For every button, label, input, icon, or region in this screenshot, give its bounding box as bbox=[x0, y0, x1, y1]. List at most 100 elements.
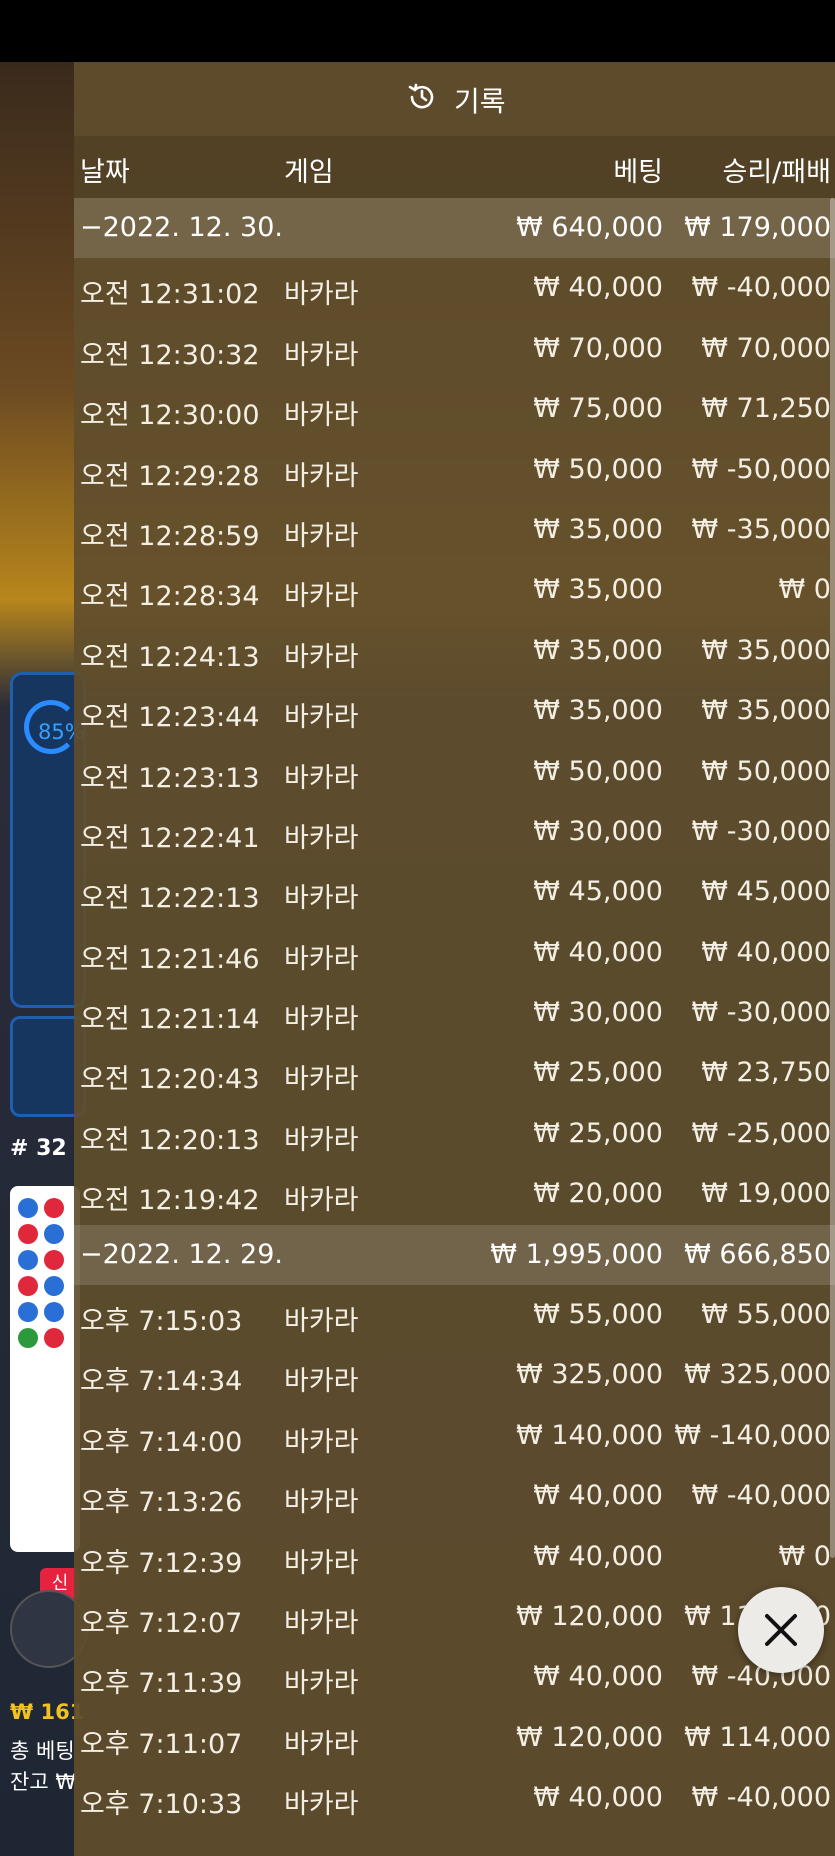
row-result: ₩ 19,000 bbox=[701, 1178, 831, 1210]
row-bet: ₩ 30,000 bbox=[533, 815, 663, 847]
history-row[interactable]: 오전 12:21:46 바카라 ₩ 40,000 ₩ 40,000 bbox=[74, 923, 835, 983]
history-row[interactable]: 오전 12:22:41 바카라 ₩ 30,000 ₩ -30,000 bbox=[74, 802, 835, 862]
history-row[interactable]: 오전 12:21:14 바카라 ₩ 30,000 ₩ -30,000 bbox=[74, 983, 835, 1043]
group-result-total: ₩ 179,000 bbox=[684, 212, 831, 243]
row-result: ₩ 45,000 bbox=[701, 876, 831, 908]
row-game: 바카라 bbox=[284, 1185, 359, 1217]
row-game: 바카라 bbox=[284, 1607, 359, 1639]
history-row[interactable]: 오후 7:12:39 바카라 ₩ 40,000 ₩ 0 bbox=[74, 1527, 835, 1587]
history-row[interactable]: 오전 12:30:32 바카라 ₩ 70,000 ₩ 70,000 bbox=[74, 319, 835, 379]
close-icon bbox=[765, 1614, 797, 1646]
history-row[interactable]: 오전 12:29:28 바카라 ₩ 50,000 ₩ -50,000 bbox=[74, 440, 835, 500]
bead-banker bbox=[18, 1224, 38, 1244]
row-bet: ₩ 25,000 bbox=[533, 1057, 663, 1089]
column-headers: 날짜 게임 베팅 승리/패배 bbox=[74, 136, 835, 198]
scrollbar[interactable] bbox=[830, 198, 835, 1558]
round-number: # 32 bbox=[10, 1136, 67, 1161]
row-game: 바카라 bbox=[284, 1728, 359, 1760]
history-row[interactable]: 오전 12:22:13 바카라 ₩ 45,000 ₩ 45,000 bbox=[74, 862, 835, 922]
row-game: 바카라 bbox=[284, 520, 359, 552]
history-row[interactable]: 오전 12:19:42 바카라 ₩ 20,000 ₩ 19,000 bbox=[74, 1164, 835, 1224]
bead-player bbox=[18, 1198, 38, 1218]
history-row[interactable]: 오전 12:24:13 바카라 ₩ 35,000 ₩ 35,000 bbox=[74, 621, 835, 681]
row-result: ₩ 325,000 bbox=[684, 1359, 831, 1391]
row-bet: ₩ 35,000 bbox=[533, 513, 663, 545]
row-time: 오후 7:12:39 bbox=[80, 1547, 243, 1579]
row-game: 바카라 bbox=[284, 1064, 359, 1096]
row-bet: ₩ 140,000 bbox=[516, 1419, 663, 1451]
history-row[interactable]: 오후 7:10:33 바카라 ₩ 40,000 ₩ -40,000 bbox=[74, 1768, 835, 1828]
row-bet: ₩ 325,000 bbox=[516, 1359, 663, 1391]
row-time: 오전 12:28:34 bbox=[80, 581, 260, 613]
row-time: 오전 12:19:42 bbox=[80, 1185, 260, 1217]
row-game: 바카라 bbox=[284, 1124, 359, 1156]
row-game: 바카라 bbox=[284, 460, 359, 492]
history-title: 기록 bbox=[454, 85, 506, 118]
row-bet: ₩ 40,000 bbox=[533, 1540, 663, 1572]
row-bet: ₩ 55,000 bbox=[533, 1299, 663, 1331]
history-row[interactable]: 오전 12:23:13 바카라 ₩ 50,000 ₩ 50,000 bbox=[74, 742, 835, 802]
bead-banker bbox=[44, 1250, 64, 1270]
row-result: ₩ 35,000 bbox=[701, 634, 831, 666]
history-row[interactable]: 오전 12:20:43 바카라 ₩ 25,000 ₩ 23,750 bbox=[74, 1043, 835, 1103]
history-row[interactable]: 오전 12:31:02 바카라 ₩ 40,000 ₩ -40,000 bbox=[74, 258, 835, 318]
history-row[interactable]: 오후 7:14:00 바카라 ₩ 140,000 ₩ -140,000 bbox=[74, 1406, 835, 1466]
row-time: 오전 12:21:14 bbox=[80, 1004, 260, 1036]
row-bet: ₩ 40,000 bbox=[533, 1480, 663, 1512]
column-bet: 베팅 bbox=[613, 157, 663, 188]
bead-banker bbox=[44, 1328, 64, 1348]
group-bet-total: ₩ 640,000 bbox=[516, 212, 663, 243]
history-row[interactable]: 오후 7:13:26 바카라 ₩ 40,000 ₩ -40,000 bbox=[74, 1466, 835, 1526]
row-bet: ₩ 40,000 bbox=[533, 1661, 663, 1693]
bead-tie bbox=[18, 1328, 38, 1348]
date-group-row[interactable]: −2022. 12. 30. ₩ 640,000 ₩ 179,000 bbox=[74, 198, 835, 259]
history-row[interactable]: 오전 12:20:13 바카라 ₩ 25,000 ₩ -25,000 bbox=[74, 1104, 835, 1164]
row-game: 바카라 bbox=[284, 1306, 359, 1338]
group-date: −2022. 12. 30. bbox=[80, 212, 283, 243]
row-bet: ₩ 20,000 bbox=[533, 1178, 663, 1210]
balance-label: 잔고 ₩ bbox=[10, 1770, 77, 1794]
bead-player bbox=[44, 1276, 64, 1296]
row-bet: ₩ 120,000 bbox=[516, 1600, 663, 1632]
row-time: 오후 7:11:07 bbox=[80, 1728, 243, 1760]
history-row[interactable]: 오전 12:28:34 바카라 ₩ 35,000 ₩ 0 bbox=[74, 560, 835, 620]
row-game: 바카라 bbox=[284, 1366, 359, 1398]
row-result: ₩ -30,000 bbox=[691, 815, 832, 847]
row-result: ₩ 0 bbox=[778, 574, 831, 606]
history-row[interactable]: 오전 12:30:00 바카라 ₩ 75,000 ₩ 71,250 bbox=[74, 379, 835, 439]
row-result: ₩ -50,000 bbox=[691, 453, 832, 485]
bead-road bbox=[10, 1186, 80, 1552]
history-row[interactable]: 오후 7:12:07바카라₩ 120,000₩ 114,000 bbox=[74, 1587, 835, 1647]
row-result: ₩ 35,000 bbox=[701, 695, 831, 727]
bead-player bbox=[18, 1302, 38, 1322]
row-result: ₩ 70,000 bbox=[701, 332, 831, 364]
history-list[interactable]: −2022. 12. 30. ₩ 640,000 ₩ 179,000 오전 12:31… bbox=[74, 198, 835, 1829]
row-result: ₩ 114,000 bbox=[684, 1721, 831, 1753]
history-row[interactable]: 오후 7:14:34 바카라 ₩ 325,000 ₩ 325,000 bbox=[74, 1345, 835, 1405]
row-time: 오전 12:23:44 bbox=[80, 702, 260, 734]
history-row[interactable]: 오후 7:11:39 바카라 ₩ 40,000 ₩ -40,000 bbox=[74, 1647, 835, 1707]
row-result: ₩ -40,000 bbox=[691, 272, 832, 304]
row-game: 바카라 bbox=[284, 702, 359, 734]
history-row[interactable]: 오후 7:15:03 바카라 ₩ 55,000 ₩ 55,000 bbox=[74, 1285, 835, 1345]
row-bet: ₩ 40,000 bbox=[533, 1782, 663, 1814]
row-game: 바카라 bbox=[284, 822, 359, 854]
bead-banker bbox=[44, 1198, 64, 1218]
row-time: 오전 12:22:41 bbox=[80, 822, 260, 854]
row-time: 오전 12:20:13 bbox=[80, 1124, 260, 1156]
row-bet: ₩ 40,000 bbox=[533, 936, 663, 968]
history-row[interactable]: 오전 12:28:59 바카라 ₩ 35,000 ₩ -35,000 bbox=[74, 500, 835, 560]
history-row[interactable]: 오전 12:23:44 바카라 ₩ 35,000 ₩ 35,000 bbox=[74, 681, 835, 741]
row-bet: ₩ 30,000 bbox=[533, 997, 663, 1029]
row-game: 바카라 bbox=[284, 1004, 359, 1036]
date-group-row[interactable]: −2022. 12. 29. ₩ 1,995,000 ₩ 666,850 bbox=[74, 1224, 835, 1286]
row-time: 오후 7:14:00 bbox=[80, 1426, 243, 1458]
row-game: 바카라 bbox=[284, 762, 359, 794]
row-time: 오전 12:21:46 bbox=[80, 943, 260, 975]
history-row[interactable]: 오후 7:11:07 바카라 ₩ 120,000 ₩ 114,000 bbox=[74, 1708, 835, 1768]
row-result: ₩ 55,000 bbox=[701, 1299, 831, 1331]
row-time: 오후 7:11:39 bbox=[80, 1668, 243, 1700]
history-panel: 기록 날짜 게임 베팅 승리/패배 −2022. 12. 30. ₩ 640,00… bbox=[74, 62, 835, 1856]
row-result: ₩ -140,000 bbox=[674, 1419, 831, 1451]
close-button[interactable] bbox=[738, 1587, 824, 1673]
